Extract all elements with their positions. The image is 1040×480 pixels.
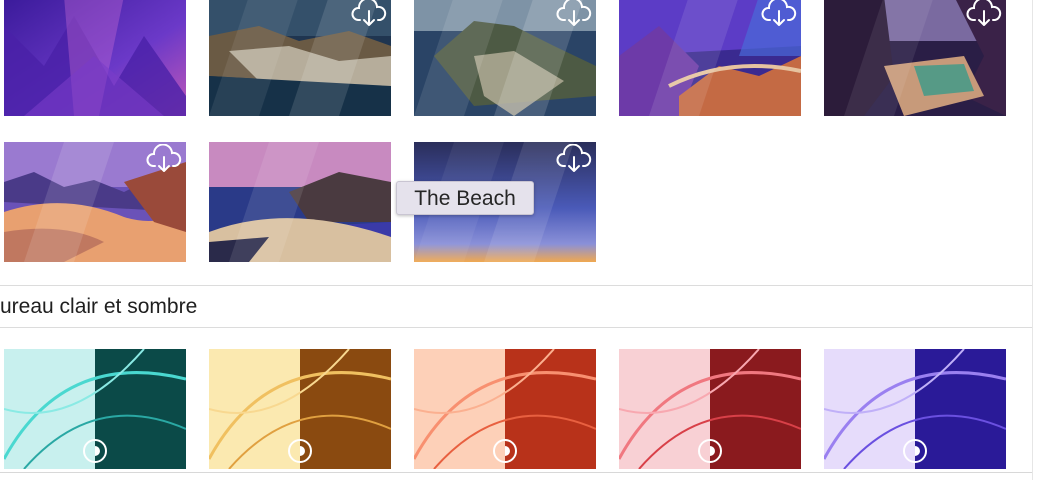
cloud-download-icon[interactable]: [556, 144, 592, 174]
cloud-download-icon[interactable]: [966, 0, 1002, 28]
cloud-download-icon[interactable]: [351, 0, 387, 28]
section-title: ureau clair et sombre: [0, 295, 198, 318]
wallpaper-thumb-desert-dunes[interactable]: [4, 142, 186, 262]
wallpaper-browser: The Beach ureau clair et sombre: [0, 0, 1040, 480]
wallpaper-thumb-monterey-purple[interactable]: [4, 0, 186, 116]
section-divider-top: [0, 285, 1032, 286]
wallpaper-image: [4, 0, 186, 116]
scrollbar[interactable]: [1032, 0, 1040, 480]
bottom-divider: [0, 472, 1032, 473]
wallpaper-thumb-catalina-island[interactable]: [414, 0, 596, 116]
dynamic-appearance-icon: [493, 439, 517, 463]
dynamic-appearance-icon: [698, 439, 722, 463]
cloud-download-icon[interactable]: [761, 0, 797, 28]
dynamic-appearance-icon: [83, 439, 107, 463]
dynamic-appearance-icon: [288, 439, 312, 463]
wallpaper-thumb-big-sur-road[interactable]: [619, 0, 801, 116]
wallpaper-image: [209, 142, 391, 262]
wallpaper-thumb-big-sur-cove[interactable]: [824, 0, 1006, 116]
cloud-download-icon[interactable]: [556, 0, 592, 28]
wallpaper-thumb-cypress-shore[interactable]: [209, 142, 391, 262]
wallpaper-thumb-orange[interactable]: [414, 349, 596, 469]
section-divider-bottom: [0, 327, 1032, 328]
wallpaper-thumb-yellow[interactable]: [209, 349, 391, 469]
wallpaper-thumb-teal[interactable]: [4, 349, 186, 469]
dynamic-appearance-icon: [903, 439, 927, 463]
wallpaper-thumb-catalina-coast[interactable]: [209, 0, 391, 116]
tooltip: The Beach: [396, 181, 534, 215]
wallpaper-thumb-purple[interactable]: [824, 349, 1006, 469]
cloud-download-icon[interactable]: [146, 144, 182, 174]
wallpaper-thumb-red[interactable]: [619, 349, 801, 469]
